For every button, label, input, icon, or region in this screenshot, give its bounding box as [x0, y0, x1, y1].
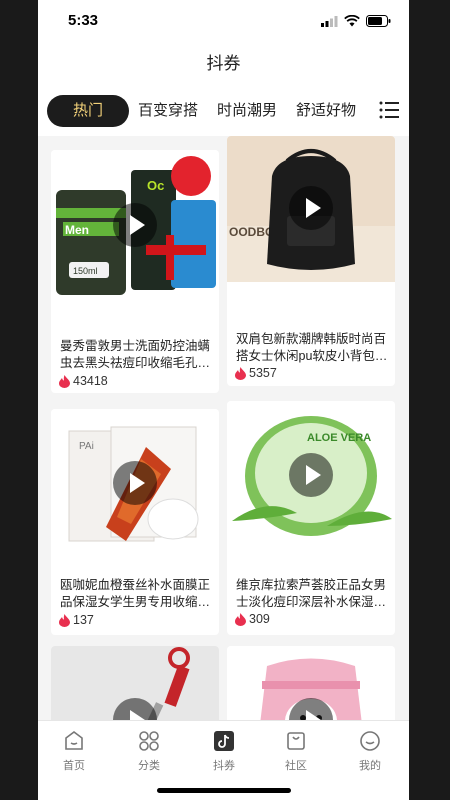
nav-bar: 抖券	[38, 44, 409, 84]
phone-screen: 5:33 抖券 热门 百变穿搭 时尚潮男 舒适好物 Men 150ml Oc 曼…	[38, 0, 409, 800]
product-image	[227, 646, 395, 720]
product-card[interactable]: PAi 瓯咖妮血橙蚕丝补水面膜正品保湿女学生男专用收缩… 137	[51, 409, 219, 635]
brand-text: Men	[65, 223, 89, 237]
bottom-tab-home[interactable]: 首页	[44, 729, 104, 773]
product-grid: Men 150ml Oc 曼秀雷敦男士洗面奶控油螨虫去黑头祛痘印收缩毛孔… 43…	[38, 136, 409, 720]
status-icons	[321, 15, 391, 27]
home-icon	[65, 731, 83, 750]
tab-trendy-men[interactable]: 时尚潮男	[217, 95, 277, 127]
product-image	[51, 646, 219, 720]
profile-icon	[360, 731, 380, 751]
bottom-tab-label: 首页	[63, 760, 85, 772]
product-image: Men 150ml Oc	[51, 150, 219, 300]
product-card[interactable]	[227, 646, 395, 720]
category-grid-icon	[139, 731, 159, 751]
volume-text: 150ml	[73, 266, 98, 276]
brand-text: ALOE VERA	[307, 432, 371, 444]
bottom-tab-community[interactable]: 社区	[266, 729, 326, 773]
product-title: 瓯咖妮血橙蚕丝补水面膜正品保湿女学生男专用收缩…	[60, 578, 211, 609]
oc-text: Oc	[147, 178, 164, 193]
flame-icon	[235, 612, 246, 626]
category-tabs: 热门 百变穿搭 时尚潮男 舒适好物	[38, 84, 409, 136]
menu-list-icon[interactable]	[379, 100, 399, 120]
likes-count: 5357	[235, 366, 277, 380]
likes-count: 309	[235, 612, 270, 626]
battery-icon	[366, 15, 391, 27]
flame-icon	[59, 374, 70, 388]
bottom-tab-label: 抖券	[213, 760, 235, 772]
brand-text: PAi	[79, 441, 94, 452]
likes-count: 43418	[59, 374, 108, 388]
bottom-tab-douquan[interactable]: 抖券	[194, 729, 254, 773]
page-title: 抖券	[206, 54, 241, 73]
bottom-tab-bar: 首页 分类 抖券 社区 我的	[38, 720, 409, 800]
product-card[interactable]: Men 150ml Oc 曼秀雷敦男士洗面奶控油螨虫去黑头祛痘印收缩毛孔… 43…	[51, 150, 219, 393]
bottom-tab-label: 社区	[285, 760, 307, 772]
likes-value: 137	[73, 613, 94, 627]
shopping-bag-icon	[287, 732, 305, 750]
flame-icon	[59, 613, 70, 627]
wifi-icon	[344, 15, 360, 27]
play-icon[interactable]	[289, 453, 333, 497]
likes-value: 309	[249, 612, 270, 626]
status-bar: 5:33	[38, 0, 409, 44]
bottom-tab-label: 我的	[359, 760, 381, 772]
tab-outfits[interactable]: 百变穿搭	[138, 95, 198, 127]
tab-comfort-goods[interactable]: 舒适好物	[296, 95, 356, 127]
brand-text: OODBO	[229, 225, 274, 239]
bottom-tab-category[interactable]: 分类	[119, 729, 179, 773]
signal-icon	[321, 15, 338, 27]
bottom-tab-mine[interactable]: 我的	[340, 729, 400, 773]
likes-value: 43418	[73, 374, 108, 388]
product-image: PAi	[51, 409, 219, 559]
flame-icon	[235, 366, 246, 380]
tiktok-icon	[214, 731, 234, 751]
product-image: ALOE VERA	[227, 401, 395, 551]
likes-value: 5357	[249, 366, 277, 380]
product-card[interactable]	[51, 646, 219, 720]
likes-count: 137	[59, 613, 94, 627]
play-icon[interactable]	[113, 203, 157, 247]
product-title: 双肩包新款潮牌韩版时尚百搭女士休闲pu软皮小背包…	[236, 332, 388, 363]
product-title: 维京库拉索芦荟胶正品女男士淡化痘印深层补水保湿…	[236, 578, 387, 609]
play-icon[interactable]	[289, 186, 333, 230]
status-time: 5:33	[68, 12, 99, 29]
product-card[interactable]: ALOE VERA 维京库拉索芦荟胶正品女男士淡化痘印深层补水保湿… 309	[227, 401, 395, 635]
tab-hot[interactable]: 热门	[47, 95, 129, 127]
bottom-tab-label: 分类	[138, 760, 160, 772]
product-title: 曼秀雷敦男士洗面奶控油螨虫去黑头祛痘印收缩毛孔…	[60, 339, 211, 370]
play-icon[interactable]	[113, 461, 157, 505]
home-indicator	[157, 788, 291, 793]
product-card[interactable]: OODBO 双肩包新款潮牌韩版时尚百搭女士休闲pu软皮小背包… 5357	[227, 136, 395, 386]
product-image: OODBO	[227, 136, 395, 282]
